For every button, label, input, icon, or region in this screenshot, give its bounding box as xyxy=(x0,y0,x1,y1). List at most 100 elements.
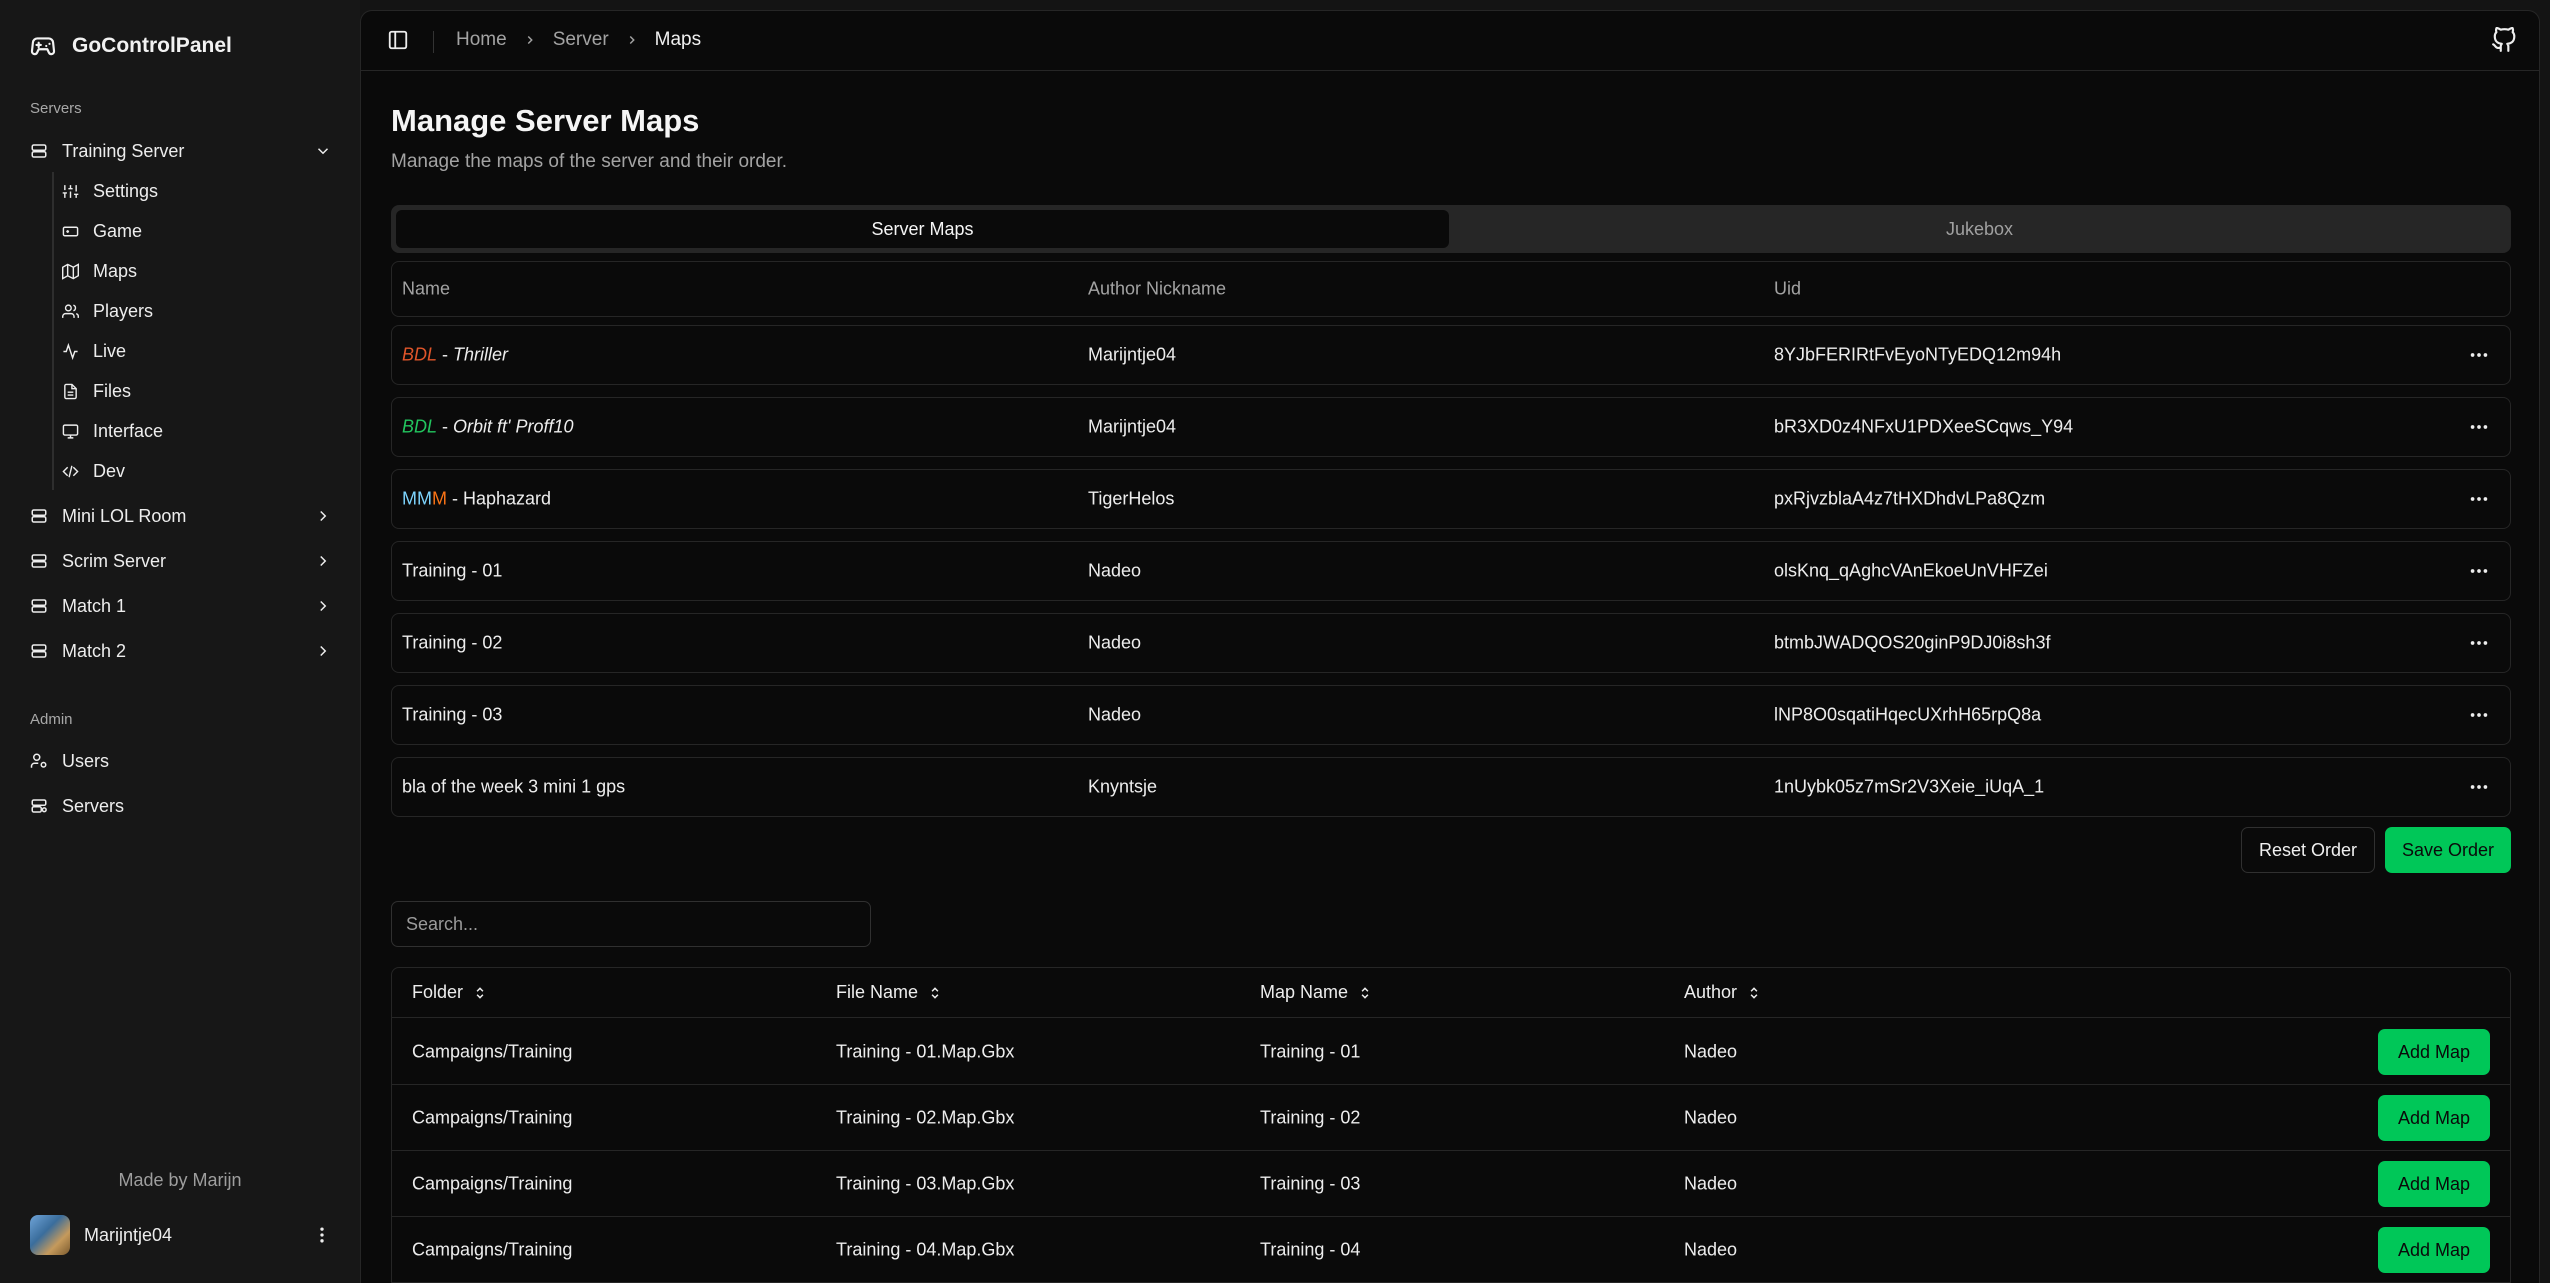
sidebar-subitem-dev[interactable]: Dev xyxy=(62,452,332,490)
folder-cell: Campaigns/Training xyxy=(412,1173,573,1193)
folder-cell: Campaigns/Training xyxy=(412,1107,573,1127)
map-name: Training - 02 xyxy=(402,633,502,654)
sidebar-item-match-1[interactable]: Match 1 xyxy=(30,587,332,625)
breadcrumb-server[interactable]: Server xyxy=(553,29,609,51)
map-icon xyxy=(62,262,79,280)
topbar: Home Server Maps xyxy=(361,11,2539,71)
more-horizontal-icon[interactable] xyxy=(2468,704,2490,726)
map-name-part: Training - 02 xyxy=(402,632,503,653)
sidebar-subitem-interface[interactable]: Interface xyxy=(62,412,332,450)
brand[interactable]: GoControlPanel xyxy=(30,30,232,62)
sidebar-item-scrim-server[interactable]: Scrim Server xyxy=(30,542,332,580)
github-icon[interactable] xyxy=(2491,27,2517,53)
map-uid: btmbJWADQOS20ginP9DJ0i8sh3f xyxy=(1774,632,2051,653)
map-row[interactable]: BDL - Orbit ft' Proff10 Marijntje04 bR3XD0… xyxy=(391,397,2511,457)
user-menu[interactable]: Marijntje04 xyxy=(30,1213,332,1257)
map-name-part: bla of the week 3 mini 1 gps xyxy=(402,776,626,797)
map-row[interactable]: MMM - Haphazard TigerHelos pxRjvzblaA4z7tH… xyxy=(391,469,2511,529)
avatar xyxy=(30,1215,70,1255)
map-author: Nadeo xyxy=(1088,632,1142,653)
column-header-name: Name xyxy=(402,278,451,299)
tab-jukebox[interactable]: Jukebox xyxy=(1453,210,2506,248)
activity-icon xyxy=(63,342,78,360)
add-map-button[interactable]: Add Map xyxy=(2378,1095,2490,1141)
server-icon xyxy=(31,554,47,568)
breadcrumb-home[interactable]: Home xyxy=(456,29,507,51)
topbar-divider xyxy=(433,31,434,53)
map-author: Nadeo xyxy=(1088,560,1142,581)
map-name-cell: Training - 02 xyxy=(1260,1107,1361,1127)
server-icon xyxy=(31,599,47,613)
more-horizontal-icon[interactable] xyxy=(2468,488,2490,510)
more-vertical-icon[interactable] xyxy=(312,1225,332,1245)
map-row[interactable]: BDL - Thriller Marijntje04 8YJbFERIRtFvEyo… xyxy=(391,325,2511,385)
more-horizontal-icon[interactable] xyxy=(2468,416,2490,438)
users-icon xyxy=(62,303,79,318)
search-input[interactable] xyxy=(391,901,871,947)
sidebar-subitem-live[interactable]: Live xyxy=(62,332,332,370)
sidebar-toggle-icon[interactable] xyxy=(387,29,409,51)
map-name-cell: Training - 03 xyxy=(1260,1173,1361,1193)
map-row[interactable]: Training - 03 Nadeo lNP8O0sqatiHqecUXrhH65… xyxy=(391,685,2511,745)
sidebar-subitem-maps[interactable]: Maps xyxy=(62,252,332,290)
map-name-cell: Training - 04 xyxy=(1260,1239,1361,1259)
file-name-cell: Training - 03.Map.Gbx xyxy=(836,1173,1015,1193)
save-order-button[interactable]: Save Order xyxy=(2385,827,2511,873)
more-horizontal-icon[interactable] xyxy=(2468,344,2490,366)
more-horizontal-icon[interactable] xyxy=(2468,776,2490,798)
sidebar-subitem-players[interactable]: Players xyxy=(62,292,332,330)
column-header-author: Author Nickname xyxy=(1088,278,1227,299)
map-name-part: Training - 01 xyxy=(402,560,503,581)
sidebar-item-label: Mini LOL Room xyxy=(62,505,187,526)
sidebar-subitem-files[interactable]: Files xyxy=(62,372,332,410)
sidebar-item-mini-lol-room[interactable]: Mini LOL Room xyxy=(30,497,332,535)
author-cell: Nadeo xyxy=(1684,1239,1738,1259)
reset-order-button[interactable]: Reset Order xyxy=(2241,827,2375,873)
table-row: Campaigns/Training Training - 02.Map.Gbx T… xyxy=(392,1085,2510,1151)
author-cell: Nadeo xyxy=(1684,1107,1738,1127)
sidebar-item-label: Users xyxy=(62,750,110,771)
map-name-part: Thriller xyxy=(453,344,509,365)
map-name-part: MM xyxy=(402,488,432,509)
map-row[interactable]: Training - 01 Nadeo olsKnq_qAghcVAnEkoeUnV… xyxy=(391,541,2511,601)
gamepad-icon xyxy=(62,226,79,236)
add-map-button[interactable]: Add Map xyxy=(2378,1161,2490,1207)
chevron-right-icon xyxy=(320,645,327,657)
chevron-right-icon xyxy=(320,555,327,567)
servers-group-label: Servers xyxy=(30,100,82,117)
sidebar-item-match-2[interactable]: Match 2 xyxy=(30,632,332,670)
page-subtitle: Manage the maps of the server and their … xyxy=(391,151,788,172)
sidebar-subitem-label: Interface xyxy=(93,420,164,441)
column-header-uid: Uid xyxy=(1774,278,1802,299)
file-icon xyxy=(64,383,77,399)
sidebar-subitem-settings[interactable]: Settings xyxy=(62,172,332,210)
code-icon xyxy=(62,465,79,477)
sidebar-subitem-label: Players xyxy=(93,300,154,321)
sidebar-subitem-game[interactable]: Game xyxy=(62,212,332,250)
column-header-label: Folder xyxy=(412,982,464,1002)
sidebar-item-users[interactable]: Users xyxy=(30,742,332,780)
server-icon xyxy=(31,644,47,658)
sidebar-item-label: Match 1 xyxy=(62,595,127,616)
tab-server-maps[interactable]: Server Maps xyxy=(396,210,1449,248)
map-author: Knyntsje xyxy=(1088,776,1158,797)
chevron-right-icon xyxy=(629,35,635,45)
add-map-button[interactable]: Add Map xyxy=(2378,1227,2490,1273)
chevron-right-icon xyxy=(320,600,327,612)
table-row: Campaigns/Training Training - 03.Map.Gbx T… xyxy=(392,1151,2510,1217)
column-header-map-name[interactable]: Map Name xyxy=(1260,982,1372,1003)
sidebar-subitem-label: Files xyxy=(93,380,132,401)
map-row[interactable]: Training - 02 Nadeo btmbJWADQOS20ginP9DJ0i… xyxy=(391,613,2511,673)
sidebar-item-servers[interactable]: Servers xyxy=(30,787,332,825)
sidebar-item-training-server[interactable]: Training Server xyxy=(30,132,332,170)
map-name-part: M xyxy=(432,488,447,509)
admin-group-label: Admin xyxy=(30,711,73,728)
more-horizontal-icon[interactable] xyxy=(2468,560,2490,582)
map-row[interactable]: bla of the week 3 mini 1 gps Knyntsje 1nUy… xyxy=(391,757,2511,817)
files-table-header: Folder File Name Map Name Author xyxy=(392,968,2510,1018)
add-map-button[interactable]: Add Map xyxy=(2378,1029,2490,1075)
column-header-file-name[interactable]: File Name xyxy=(836,982,942,1003)
column-header-folder[interactable]: Folder xyxy=(412,982,487,1003)
more-horizontal-icon[interactable] xyxy=(2468,632,2490,654)
column-header-author[interactable]: Author xyxy=(1684,982,1761,1003)
